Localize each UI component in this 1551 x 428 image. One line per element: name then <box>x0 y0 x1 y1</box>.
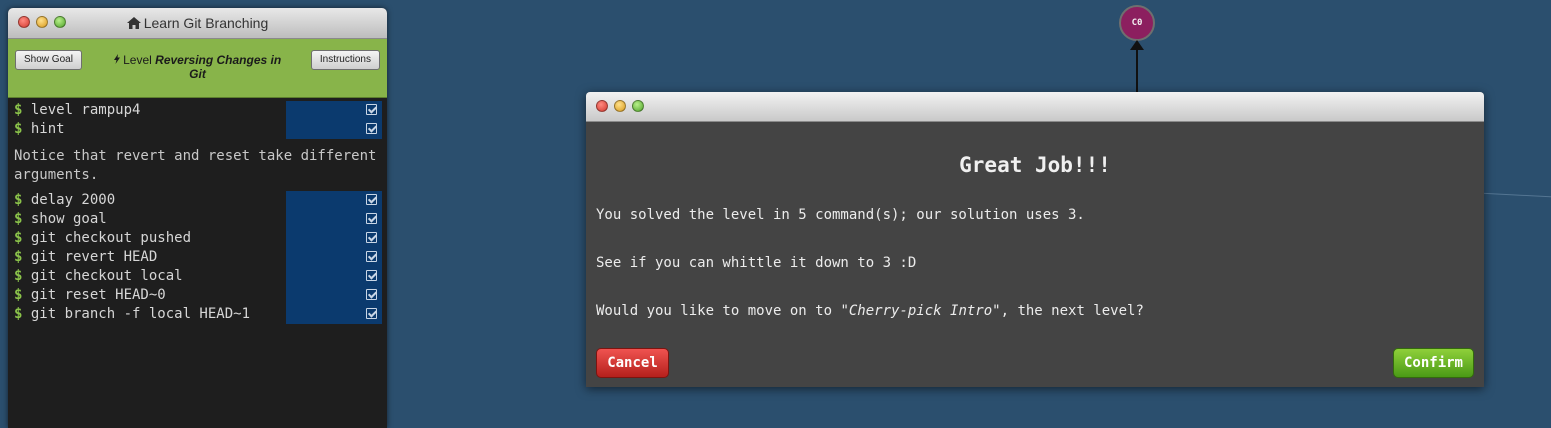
command-status <box>286 120 382 139</box>
level-name: Reversing Changes in Git <box>155 53 282 81</box>
level-label: Level Reversing Changes in Git <box>108 53 287 81</box>
level-toolbar: Show Goal Level Reversing Changes in Git… <box>8 39 387 98</box>
prompt-symbol: $ <box>14 102 31 118</box>
level-prefix: Level <box>123 53 152 67</box>
command-text: hint <box>30 121 65 137</box>
terminal-title: Learn Git Branching <box>8 15 387 31</box>
result-message: You solved the level in 5 command(s); ou… <box>596 207 1085 223</box>
command-text: git checkout local <box>30 268 183 284</box>
terminal-window: Learn Git Branching Show Goal Level Reve… <box>8 8 387 428</box>
commit-label: C0 <box>1131 18 1143 28</box>
checkbox-icon <box>366 194 377 205</box>
command-row: $ delay 2000 <box>8 191 387 210</box>
terminal-title-text: Learn Git Branching <box>143 15 269 31</box>
instructions-button[interactable]: Instructions <box>310 50 380 70</box>
command-row: $ level rampup4 <box>8 101 387 120</box>
command-row: $ git revert HEAD <box>8 248 387 267</box>
command-status <box>286 286 382 305</box>
prompt-symbol: $ <box>14 249 31 265</box>
checkbox-icon <box>366 123 377 134</box>
command-text: delay 2000 <box>30 192 116 208</box>
command-text: level rampup4 <box>30 102 141 118</box>
next-level-name: "Cherry-pick Intro" <box>840 303 1001 319</box>
command-text: git revert HEAD <box>30 249 158 265</box>
command-text: show goal <box>30 211 107 227</box>
dialog-heading: Great Job!!! <box>959 153 1111 177</box>
dialog-titlebar <box>586 92 1484 122</box>
prompt-symbol: $ <box>14 192 31 208</box>
checkbox-icon <box>366 270 377 281</box>
show-goal-button[interactable]: Show Goal <box>15 50 82 70</box>
command-row: $ git reset HEAD~0 <box>8 286 387 305</box>
hint-message: Notice that revert and reset take differ… <box>14 148 377 183</box>
command-text: git reset HEAD~0 <box>30 287 166 303</box>
checkbox-icon <box>366 308 377 319</box>
command-row: $ git branch -f local HEAD~1 <box>8 305 387 324</box>
commit-edge-arrow <box>1130 40 1144 92</box>
command-status <box>286 191 382 210</box>
prompt-symbol: $ <box>14 211 31 227</box>
checkbox-icon <box>366 289 377 300</box>
terminal-titlebar: Learn Git Branching <box>8 8 387 39</box>
checkbox-icon <box>366 232 377 243</box>
improvement-message: See if you can whittle it down to 3 :D <box>596 255 917 271</box>
command-status <box>286 305 382 324</box>
command-row: $ hint <box>8 120 387 139</box>
command-status <box>286 267 382 286</box>
window-controls <box>596 100 644 112</box>
command-row: $ git checkout pushed <box>8 229 387 248</box>
next-level-prompt-end: , the next level? <box>1000 303 1144 319</box>
next-level-prompt-start: Would you like to move on to <box>596 303 841 319</box>
confirm-button[interactable]: Confirm <box>1393 348 1474 378</box>
commit-node[interactable]: C0 <box>1119 5 1155 41</box>
checkbox-icon <box>366 104 377 115</box>
checkbox-icon <box>366 213 377 224</box>
prompt-symbol: $ <box>14 287 31 303</box>
cancel-button[interactable]: Cancel <box>596 348 669 378</box>
next-level-prompt: Would you like to move on to "Cherry-pic… <box>596 303 1144 319</box>
home-icon <box>126 17 141 29</box>
command-status <box>286 248 382 267</box>
minimize-dialog-button[interactable] <box>614 100 626 112</box>
bolt-icon <box>113 54 120 64</box>
command-row: $ show goal <box>8 210 387 229</box>
level-complete-dialog: Great Job!!! You solved the level in 5 c… <box>586 92 1484 387</box>
command-text: git checkout pushed <box>30 230 192 246</box>
prompt-symbol: $ <box>14 268 31 284</box>
checkbox-icon <box>366 251 377 262</box>
command-text: git branch -f local HEAD~1 <box>30 306 251 322</box>
command-status <box>286 101 382 120</box>
close-dialog-button[interactable] <box>596 100 608 112</box>
command-row: $ git checkout local <box>8 267 387 286</box>
terminal-output: $ level rampup4 $ hint Notice that rever… <box>8 98 387 324</box>
prompt-symbol: $ <box>14 121 31 137</box>
prompt-symbol: $ <box>14 230 31 246</box>
maximize-dialog-button[interactable] <box>632 100 644 112</box>
prompt-symbol: $ <box>14 306 31 322</box>
command-status <box>286 229 382 248</box>
command-status <box>286 210 382 229</box>
